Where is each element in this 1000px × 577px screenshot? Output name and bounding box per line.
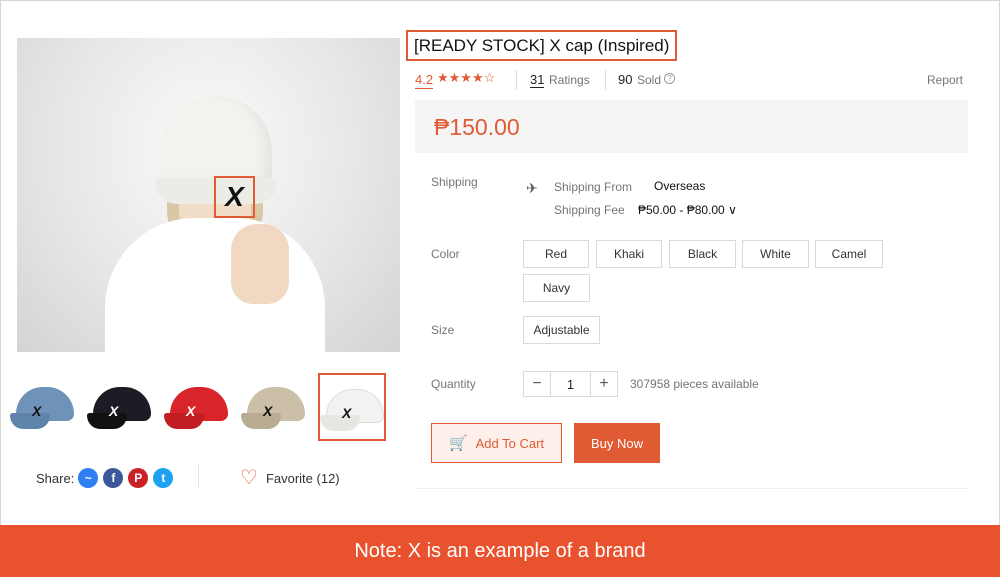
thumbnail-strip: X X X X X (10, 373, 390, 443)
sold-label: Sold (637, 73, 662, 87)
quantity-label: Quantity (431, 377, 476, 391)
color-option-khaki[interactable]: Khaki (596, 240, 662, 268)
product-title: [READY STOCK] X cap (Inspired) (414, 35, 670, 55)
color-option-red[interactable]: Red (523, 240, 589, 268)
quantity-input[interactable]: 1 (550, 372, 591, 396)
thumbnail-brim (320, 415, 360, 431)
quantity-stepper: − 1 + (523, 371, 618, 397)
twitter-icon[interactable]: t (153, 468, 174, 488)
product-main-image[interactable]: X (17, 38, 400, 352)
rating-row: 4.2 ★★★★☆ 31 Ratings 90 Sold ? Report (415, 70, 968, 90)
thumbnail-brim (10, 413, 50, 429)
size-option-adjustable[interactable]: Adjustable (523, 316, 600, 344)
product-price: ₱150.00 (434, 114, 520, 140)
thumbnail-brim (164, 413, 204, 429)
color-label: Color (431, 247, 460, 261)
color-option-camel[interactable]: Camel (815, 240, 883, 268)
facebook-icon[interactable]: f (103, 468, 124, 488)
favorite-button[interactable]: ♡ Favorite (12) (240, 467, 340, 489)
shipping-from-value: Overseas (654, 179, 706, 193)
favorite-label: Favorite (12) (265, 470, 340, 486)
thumbnail-logo: X (186, 403, 196, 419)
model-hand (231, 224, 289, 304)
thumbnail-blue[interactable]: X (10, 373, 78, 441)
thumbnail-logo: X (263, 403, 273, 419)
size-label: Size (431, 323, 455, 337)
decrease-button[interactable]: − (524, 372, 550, 396)
cart-icon: 🛒 (448, 435, 468, 452)
color-option-navy[interactable]: Navy (523, 274, 590, 302)
increase-button[interactable]: + (591, 372, 617, 396)
shipping-fee-label: Shipping Fee (554, 203, 625, 217)
product-title-highlight: [READY STOCK] X cap (Inspired) (406, 30, 678, 61)
shipping-label: Shipping (431, 175, 478, 189)
share-divider (198, 463, 199, 489)
heart-icon: ♡ (240, 467, 258, 489)
sold-count: 90 (618, 72, 633, 87)
report-link[interactable]: Report (927, 73, 963, 87)
color-option-white[interactable]: White (742, 240, 809, 268)
rating-score[interactable]: 4.2 (415, 72, 434, 89)
share-row: Share: ~ f P t (36, 467, 178, 489)
thumbnail-logo: X (342, 405, 352, 421)
thumbnail-white[interactable]: X (318, 373, 386, 441)
price-section: ₱150.00 (415, 100, 968, 153)
shipping-from-label: Shipping From (554, 180, 633, 194)
buy-now-button[interactable]: Buy Now (574, 423, 660, 463)
rating-stars-icon: ★★★★☆ (437, 70, 496, 85)
color-option-black[interactable]: Black (669, 240, 736, 268)
help-icon[interactable]: ? (664, 73, 675, 84)
cap-crown (160, 96, 272, 188)
share-label: Share: (36, 470, 75, 486)
ratings-label: Ratings (549, 73, 590, 87)
thumbnail-brim (241, 413, 281, 429)
stock-available: 307958 pieces available (630, 377, 759, 391)
add-to-cart-label: Add To Cart (475, 435, 545, 451)
thumbnail-black[interactable]: X (87, 373, 155, 441)
messenger-icon[interactable]: ~ (78, 468, 99, 488)
ratings-count[interactable]: 31 (530, 72, 545, 88)
note-text: Note: X is an example of a brand (354, 539, 646, 562)
pinterest-icon[interactable]: P (128, 468, 149, 488)
thumbnail-khaki[interactable]: X (241, 373, 309, 441)
brand-logo-mark: X (225, 181, 244, 212)
rating-divider (516, 70, 517, 90)
thumbnail-brim (87, 413, 127, 429)
model-shirt (105, 218, 325, 352)
thumbnail-logo: X (109, 403, 119, 419)
brand-logo-highlight: X (214, 176, 255, 218)
sold-divider (605, 70, 606, 90)
airplane-icon: ✈ (526, 180, 538, 196)
add-to-cart-button[interactable]: 🛒 Add To Cart (431, 423, 562, 463)
thumbnail-logo: X (32, 403, 42, 419)
section-divider (415, 488, 968, 489)
shipping-fee-dropdown[interactable]: ₱50.00 - ₱80.00 ∨ (638, 203, 737, 217)
thumbnail-red[interactable]: X (164, 373, 232, 441)
note-banner: Note: X is an example of a brand (0, 525, 1000, 577)
